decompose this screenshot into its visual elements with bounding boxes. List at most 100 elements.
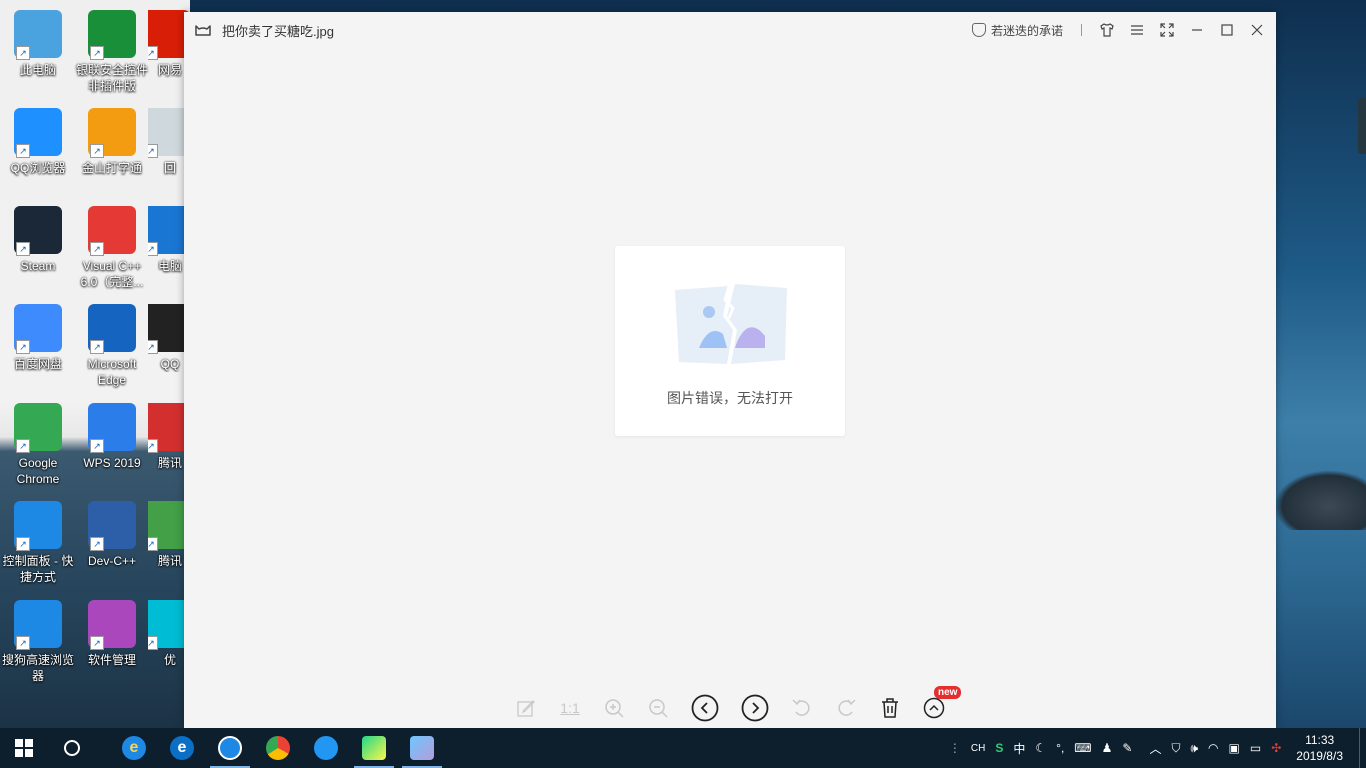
edit-button[interactable] xyxy=(504,688,548,728)
taskbar-edge[interactable]: e xyxy=(158,728,206,768)
zoom-out-button[interactable] xyxy=(636,688,680,728)
skin-icon[interactable]: ♟ xyxy=(1097,741,1118,755)
desktop-icon[interactable]: ↗ WPS 2019 xyxy=(74,403,150,471)
chrome-icon xyxy=(266,736,290,760)
fullscreen-button[interactable] xyxy=(1152,12,1182,48)
skin-button[interactable] xyxy=(1092,12,1122,48)
promise-link[interactable]: 若迷迭的承诺 xyxy=(971,22,1063,39)
photo-viewer-icon xyxy=(410,736,434,760)
edit-icon xyxy=(517,700,535,717)
start-button[interactable] xyxy=(0,728,48,768)
shortcut-arrow-icon: ↗ xyxy=(90,46,104,60)
software-manager-icon: ↗ xyxy=(88,600,136,650)
next-button[interactable] xyxy=(730,688,780,728)
delete-button[interactable] xyxy=(868,688,912,728)
taskbar-chrome[interactable] xyxy=(254,728,302,768)
desktop-icon[interactable]: ↗ QQ浏览器 xyxy=(0,108,76,176)
volume-icon[interactable]: 🕪 xyxy=(1185,741,1203,756)
shortcut-arrow-icon: ↗ xyxy=(90,340,104,354)
previous-button[interactable] xyxy=(680,688,730,728)
punctuation-icon[interactable]: °, xyxy=(1051,741,1069,755)
actual-size-button[interactable]: 1:1 xyxy=(548,688,592,728)
rotate-right-button[interactable] xyxy=(824,688,868,728)
shortcut-arrow-icon: ↗ xyxy=(90,636,104,650)
sogou-ime-icon[interactable]: S xyxy=(990,741,1008,755)
desktop-icon[interactable]: ↗ 银联安全控件非插件版 xyxy=(74,10,150,94)
desktop-icon[interactable]: ↗ 软件管理 xyxy=(74,600,150,668)
rotate-left-icon xyxy=(792,699,810,716)
tools-icon[interactable]: ✎ xyxy=(1117,741,1137,755)
usb-icon[interactable]: ▣ xyxy=(1224,741,1245,755)
shield-icon xyxy=(971,23,986,37)
desktop-icon[interactable]: ↗ Visual C++ 6.0（完整... xyxy=(74,206,150,290)
baidu-pan-icon: ↗ xyxy=(14,304,62,354)
taskbar-pycharm[interactable] xyxy=(350,728,398,768)
window-title: 把你卖了买糖吃.jpg xyxy=(222,23,334,39)
desktop-icon[interactable]: ↗ 此电脑 xyxy=(0,10,76,78)
close-button[interactable] xyxy=(1242,12,1272,48)
minimize-icon xyxy=(1192,29,1202,31)
menu-button[interactable] xyxy=(1122,12,1152,48)
desktop-icon[interactable]: ↗ Steam xyxy=(0,206,76,274)
chevron-left-icon xyxy=(691,694,719,722)
battery-icon[interactable]: ▭ xyxy=(1245,741,1266,755)
devcpp-icon: ↗ xyxy=(88,501,136,551)
desktop-icon-label: Google Chrome xyxy=(16,456,60,486)
moon-icon[interactable]: ☾ xyxy=(1030,741,1051,755)
viewer-toolbar: 1:1 new xyxy=(184,686,1276,728)
language-indicator[interactable]: CH xyxy=(966,743,990,754)
cat-logo-icon xyxy=(194,21,212,39)
wallpaper-rock xyxy=(1274,470,1366,530)
desktop-icon[interactable]: ↗ Dev-C++ xyxy=(74,501,150,569)
title-bar[interactable]: 把你卖了买糖吃.jpg 若迷迭的承诺 xyxy=(184,12,1276,48)
desktop-icon[interactable]: ↗ 搜狗高速浏览器 xyxy=(0,600,76,684)
minimize-button[interactable] xyxy=(1182,12,1212,48)
desktop-icon[interactable]: ↗ 金山打字通 xyxy=(74,108,150,176)
taskbar-ie[interactable]: e xyxy=(110,728,158,768)
chevron-up-icon[interactable]: ︿ xyxy=(1137,740,1166,757)
show-desktop-button[interactable] xyxy=(1359,728,1366,768)
desktop-icon[interactable]: ↗ Microsoft Edge xyxy=(74,304,150,388)
shirt-icon xyxy=(1100,23,1114,37)
defender-icon[interactable]: ⛉ xyxy=(1166,741,1185,756)
image-viewer-window: 把你卖了买糖吃.jpg 若迷迭的承诺 图片错误，无法打开 1:1 new xyxy=(184,12,1276,728)
shortcut-arrow-icon: ↗ xyxy=(148,537,158,551)
wifi-icon[interactable]: ◠ xyxy=(1203,741,1223,755)
desktop-icon-label: WPS 2019 xyxy=(83,456,141,470)
desktop-icon-label: 百度网盘 xyxy=(13,357,62,371)
desktop-icon[interactable]: ↗ 控制面板 - 快捷方式 xyxy=(0,501,76,585)
clock[interactable]: 11:33 2019/8/3 xyxy=(1286,732,1359,764)
shortcut-arrow-icon: ↗ xyxy=(16,636,30,650)
desktop-icon-label: Microsoft Edge xyxy=(87,357,137,387)
desktop-icon-label: 搜狗高速浏览器 xyxy=(1,653,74,683)
shortcut-arrow-icon: ↗ xyxy=(16,46,30,60)
taskbar-qq-browser[interactable] xyxy=(302,728,350,768)
network-icon[interactable]: ✣ xyxy=(1266,741,1286,755)
keyboard-icon[interactable]: ⌨ xyxy=(1069,741,1096,755)
shortcut-arrow-icon: ↗ xyxy=(148,144,158,158)
rotate-left-button[interactable] xyxy=(780,688,824,728)
desktop-icon-label: 此电脑 xyxy=(19,63,56,77)
shortcut-arrow-icon: ↗ xyxy=(148,439,158,453)
taskbar: e e ⋮ CH S 中 ☾ °, ⌨ ♟ ✎ ︿ ⛉ 🕪 ◠ ▣ ▭ ✣ 11… xyxy=(0,728,1366,768)
qq-browser-icon: ↗ xyxy=(14,108,62,158)
desktop-icon[interactable]: ↗ 百度网盘 xyxy=(0,304,76,372)
close-icon xyxy=(1251,24,1263,36)
more-button[interactable]: new xyxy=(912,686,962,728)
cortana-icon xyxy=(64,740,80,756)
clock-date: 2019/8/3 xyxy=(1296,749,1343,763)
taskbar-sogou[interactable] xyxy=(206,728,254,768)
side-handle[interactable] xyxy=(1358,98,1366,154)
desktop-icon[interactable]: ↗ Google Chrome xyxy=(0,403,76,487)
tray-dots: ⋮ xyxy=(948,741,961,755)
new-badge: new xyxy=(934,686,962,699)
ime-mode[interactable]: 中 xyxy=(1008,740,1030,757)
taskbar-photo-viewer[interactable] xyxy=(398,728,446,768)
maximize-button[interactable] xyxy=(1212,12,1242,48)
actual-size-label: 1:1 xyxy=(560,700,580,716)
zoom-in-icon xyxy=(605,699,624,718)
cortana-button[interactable] xyxy=(48,728,96,768)
maximize-icon xyxy=(1221,24,1233,36)
desktop-icon-label: Visual C++ 6.0（完整... xyxy=(80,259,144,289)
zoom-in-button[interactable] xyxy=(592,688,636,728)
